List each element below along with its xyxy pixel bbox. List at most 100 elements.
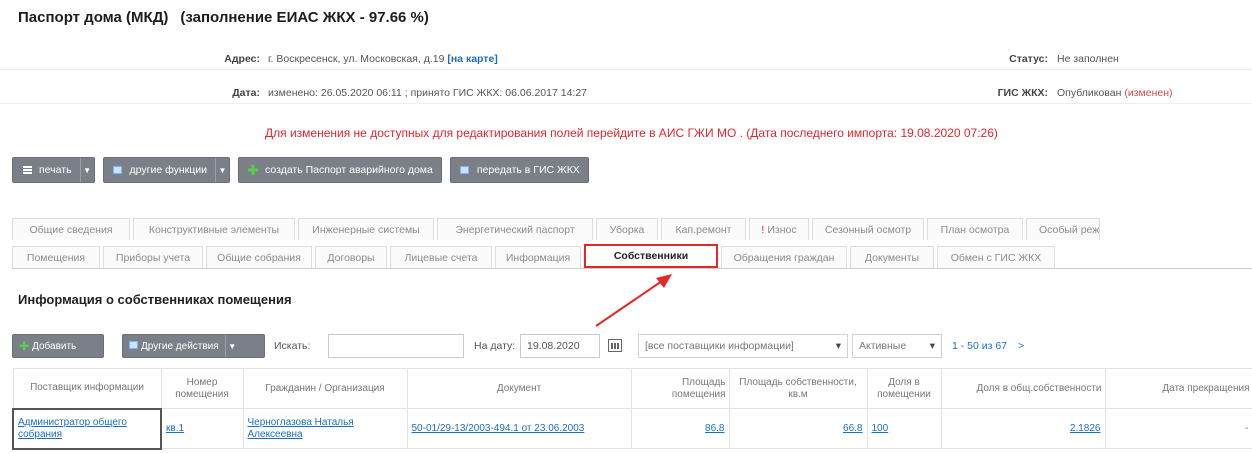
tab-general-meetings[interactable]: Общие собрания [206, 246, 312, 268]
tab-cap-repair[interactable]: Кап.ремонт [661, 218, 746, 240]
other-actions-button[interactable]: Другие действия ▼ [122, 334, 265, 358]
tab-divider [12, 268, 1252, 269]
address-row: Адрес: г. Воскресенск, ул. Московская, д… [0, 48, 1252, 70]
common-share-link[interactable]: 2.1826 [1070, 423, 1101, 434]
tab-personal-accounts[interactable]: Лицевые счета [390, 246, 492, 268]
list-icon [129, 340, 138, 352]
pagination-text: 1 - 50 из 67 [952, 340, 1008, 352]
col-room-area[interactable]: Площадь помещения [630, 368, 730, 409]
tab-meters[interactable]: Приборы учета [103, 246, 203, 268]
cell-room: кв.1 [160, 408, 244, 449]
filter-bar: ✚ Добавить Другие действия ▼ Искать: На … [12, 334, 1252, 358]
date-value: изменено: 26.05.2020 06:11 ; принято ГИС… [268, 87, 588, 99]
col-document[interactable]: Документ [406, 368, 632, 409]
supplier-link[interactable]: Администратор общего собрания [18, 417, 127, 440]
tab-structural[interactable]: Конструктивные элементы [133, 218, 295, 240]
col-ownership-area[interactable]: Площадь собственности, кв.м [728, 368, 868, 409]
edit-warning: Для изменения не доступных для редактиро… [265, 126, 998, 140]
col-end-date[interactable]: Дата прекращения [1104, 368, 1252, 409]
tab-citizen-appeals[interactable]: Обращения граждан [721, 246, 847, 268]
chevron-down-icon[interactable]: ▼ [215, 158, 229, 182]
list-icon [110, 166, 126, 174]
col-supplier[interactable]: Поставщик информации [12, 368, 162, 409]
room-share-link[interactable]: 100 [872, 423, 889, 434]
address-text: г. Воскресенск, ул. Московская, д.19 [268, 53, 445, 65]
tab-owners[interactable]: Собственники [584, 244, 718, 268]
supplier-select[interactable]: [все поставщики информации] ▾ [638, 334, 848, 358]
tab-rooms[interactable]: Помещения [12, 246, 100, 268]
cell-document: 50-01/29-13/2003-494.1 от 23.06.2003 [406, 408, 632, 449]
other-functions-button[interactable]: другие функции ▼ [102, 157, 231, 183]
chevron-down-icon: ▾ [835, 340, 841, 352]
date-filter-label: На дату: [474, 340, 516, 352]
address-value: г. Воскресенск, ул. Московская, д.19 [на… [268, 53, 498, 65]
cell-owner: Черноглазова Наталья Алексеевна [242, 408, 408, 449]
section-title: Информация о собственниках помещения [18, 292, 292, 307]
search-input[interactable] [328, 334, 464, 358]
plus-icon: ✚ [19, 339, 30, 353]
cell-supplier: Администратор общего собрания [12, 407, 162, 450]
tab-engineering[interactable]: Инженерные системы [298, 218, 434, 240]
col-common-share[interactable]: Доля в общ.собственности [940, 368, 1106, 409]
owner-link[interactable]: Черноглазова Наталья Алексеевна [248, 417, 354, 440]
cell-ownership-area: 66.8 [728, 408, 868, 449]
page-title: Паспорт дома (МКД) (заполнение ЕИАС ЖКХ … [18, 9, 429, 31]
create-emergency-passport-button[interactable]: ✚ создать Паспорт аварийного дома [238, 157, 442, 183]
tab-gis-exchange[interactable]: Обмен с ГИС ЖКХ [937, 246, 1055, 268]
address-label: Адрес: [224, 53, 260, 65]
ownership-area-link[interactable]: 66.8 [843, 423, 862, 434]
gis-status-text: Опубликован [1057, 87, 1122, 99]
date-row: Дата: изменено: 26.05.2020 06:11 ; приня… [0, 82, 1252, 104]
tab-information[interactable]: Информация [495, 246, 581, 268]
calendar-icon[interactable] [608, 339, 622, 352]
tab-inspection-plan[interactable]: План осмотра [927, 218, 1023, 240]
active-select[interactable]: Активные ▾ [852, 334, 942, 358]
main-toolbar: печать ▼ другие функции ▼ ✚ создать Пасп… [12, 157, 597, 185]
pagination: 1 - 50 из 67 > [952, 340, 1024, 352]
gis-label: ГИС ЖКХ: [997, 87, 1048, 99]
list-icon [457, 166, 473, 174]
date-filter-input[interactable] [520, 334, 600, 358]
fill-percentage: (заполнение ЕИАС ЖКХ - 97.66 %) [180, 9, 429, 26]
tab-special-mode[interactable]: Особый режим [1026, 218, 1100, 240]
title-main: Паспорт дома (МКД) [18, 9, 169, 26]
gis-changed-badge[interactable]: (изменен) [1124, 87, 1172, 99]
tab-energy-passport[interactable]: Энергетический паспорт [437, 218, 593, 240]
col-room-number[interactable]: Номер помещения [160, 368, 244, 409]
chevron-down-icon[interactable]: ▼ [224, 335, 239, 357]
tab-contracts[interactable]: Договоры [315, 246, 387, 268]
status-label: Статус: [1009, 53, 1048, 65]
cell-common-share: 2.1826 [940, 408, 1106, 449]
document-link[interactable]: 50-01/29-13/2003-494.1 от 23.06.2003 [412, 423, 585, 434]
gis-value: Опубликован (изменен) [1057, 87, 1173, 99]
tab-wear[interactable]: ! Износ [749, 218, 809, 240]
tab-seasonal-inspection[interactable]: Сезонный осмотр [812, 218, 924, 240]
date-label: Дата: [232, 87, 260, 99]
next-page-link[interactable]: > [1018, 340, 1024, 352]
send-to-gis-button[interactable]: передать в ГИС ЖКХ [449, 157, 589, 183]
table-row: Администратор общего собрания кв.1 Черно… [12, 407, 1252, 450]
col-room-share[interactable]: Доля в помещении [866, 368, 942, 409]
room-link[interactable]: кв.1 [166, 423, 184, 434]
tab-general[interactable]: Общие сведения [12, 218, 130, 240]
plus-icon: ✚ [247, 162, 259, 178]
room-area-link[interactable]: 86.8 [705, 423, 724, 434]
add-button[interactable]: ✚ Добавить [12, 334, 104, 358]
cell-room-area: 86.8 [630, 408, 730, 449]
table-header: Поставщик информации Номер помещения Гра… [12, 368, 1252, 409]
owners-table: Поставщик информации Номер помещения Гра… [12, 368, 1252, 450]
tabs-row-2: Помещения Приборы учета Общие собрания Д… [12, 244, 1058, 268]
tabs-row-1: Общие сведения Конструктивные элементы И… [12, 218, 1103, 240]
tab-documents[interactable]: Документы [850, 246, 934, 268]
chevron-down-icon: ▾ [929, 340, 935, 352]
print-button[interactable]: печать ▼ [12, 157, 95, 183]
tab-cleaning[interactable]: Уборка [596, 218, 658, 240]
print-icon [19, 166, 35, 174]
map-link[interactable]: [на карте] [447, 53, 497, 65]
col-owner[interactable]: Гражданин / Организация [242, 368, 408, 409]
chevron-down-icon[interactable]: ▼ [79, 158, 94, 182]
status-value: Не заполнен [1057, 53, 1119, 65]
search-label: Искать: [274, 340, 311, 352]
cell-end-date: - [1104, 408, 1252, 449]
cell-room-share: 100 [866, 408, 942, 449]
